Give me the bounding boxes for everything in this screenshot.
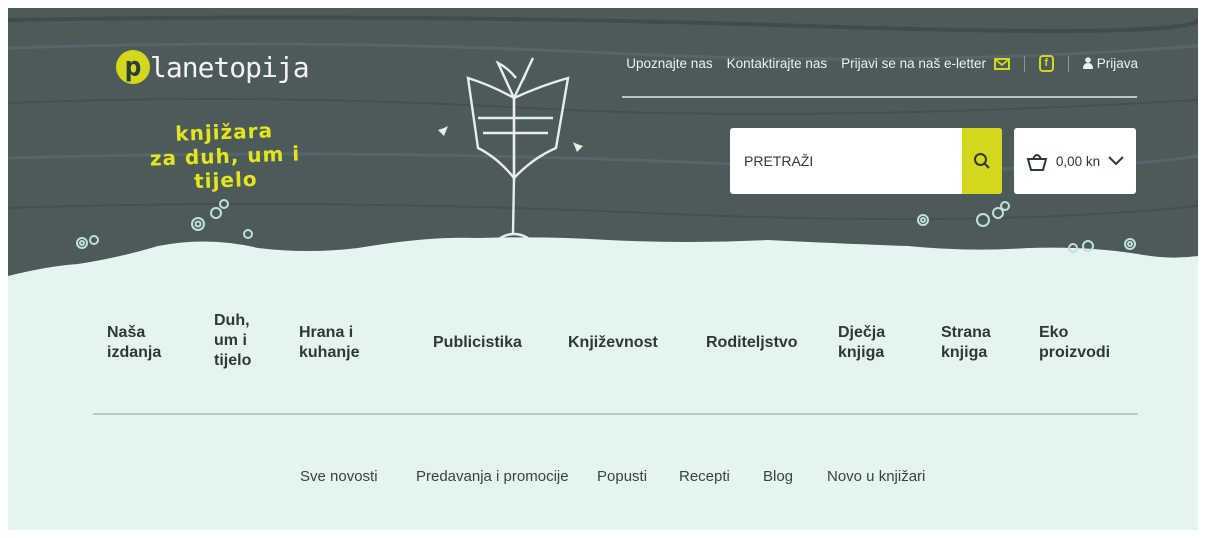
subnav-item-sve-novosti[interactable]: Sve novosti (300, 468, 378, 485)
subnav-item-popusti[interactable]: Popusti (597, 468, 647, 485)
nav-item-eko-proizvodi[interactable]: Eko proizvodi (1039, 323, 1119, 363)
subnav-item-recepti[interactable]: Recepti (679, 468, 730, 485)
cart-button[interactable]: 0,00 kn (1014, 128, 1136, 194)
logo-letter: p (116, 50, 150, 84)
nav-item-publicistika[interactable]: Publicistika (433, 333, 522, 353)
newsletter-link[interactable]: Prijavi se na naš e-letter (841, 56, 1010, 71)
about-link[interactable]: Upoznajte nas (626, 56, 712, 71)
subnav-item-predavanja[interactable]: Predavanja i promocije (416, 468, 569, 485)
user-icon (1082, 57, 1093, 69)
subnav-item-blog[interactable]: Blog (763, 468, 793, 485)
page: p lanetopija knjižara za duh, um i tijel… (0, 0, 1207, 538)
facebook-icon[interactable]: f (1038, 55, 1054, 72)
tagline-line-2: za duh, um i tijelo (149, 141, 301, 194)
main-navigation: Naša izdanja Duh, um i tijelo Hrana i ku… (93, 308, 1138, 408)
search-box (730, 128, 1002, 194)
top-navigation: Upoznajte nas Kontaktirajte nas Prijavi … (626, 55, 1138, 72)
nav-item-roditeljstvo[interactable]: Roditeljstvo (706, 333, 798, 353)
login-link[interactable]: Prijava (1082, 56, 1138, 71)
nav-divider (93, 413, 1138, 415)
separator (1067, 55, 1069, 72)
login-label: Prijava (1096, 56, 1138, 71)
header: p lanetopija knjižara za duh, um i tijel… (8, 8, 1198, 308)
top-navigation-underline (622, 96, 1137, 98)
search-button[interactable] (962, 128, 1002, 194)
contact-link[interactable]: Kontaktirajte nas (727, 56, 828, 71)
tagline: knjižara za duh, um i tijelo (119, 116, 331, 195)
nav-item-nasa-izdanja[interactable]: Naša izdanja (107, 323, 177, 363)
cart-total: 0,00 kn (1055, 153, 1101, 169)
logo-text: lanetopija (150, 50, 310, 84)
site-frame: p lanetopija knjižara za duh, um i tijel… (8, 8, 1198, 530)
separator (1023, 55, 1025, 72)
newsletter-label: Prijavi se na naš e-letter (841, 56, 986, 71)
logo[interactable]: p lanetopija (116, 50, 310, 84)
basket-icon (1026, 154, 1048, 171)
nav-item-duh-um-tijelo[interactable]: Duh, um i tijelo (214, 311, 264, 371)
nav-item-strana-knjiga[interactable]: Strana knjiga (941, 323, 1001, 363)
nav-item-djecja-knjiga[interactable]: Dječja knjiga (838, 323, 898, 363)
nav-item-hrana-kuhanje[interactable]: Hrana i kuhanje (299, 323, 371, 363)
envelope-icon (993, 58, 1010, 71)
chevron-down-icon (1108, 156, 1124, 166)
nav-item-knjizevnost[interactable]: Književnost (568, 333, 658, 353)
search-icon (974, 153, 990, 169)
sub-navigation: Sve novosti Predavanja i promocije Popus… (8, 468, 1198, 492)
search-input[interactable] (730, 128, 962, 194)
subnav-item-novo-u-knjizari[interactable]: Novo u knjižari (827, 468, 925, 485)
